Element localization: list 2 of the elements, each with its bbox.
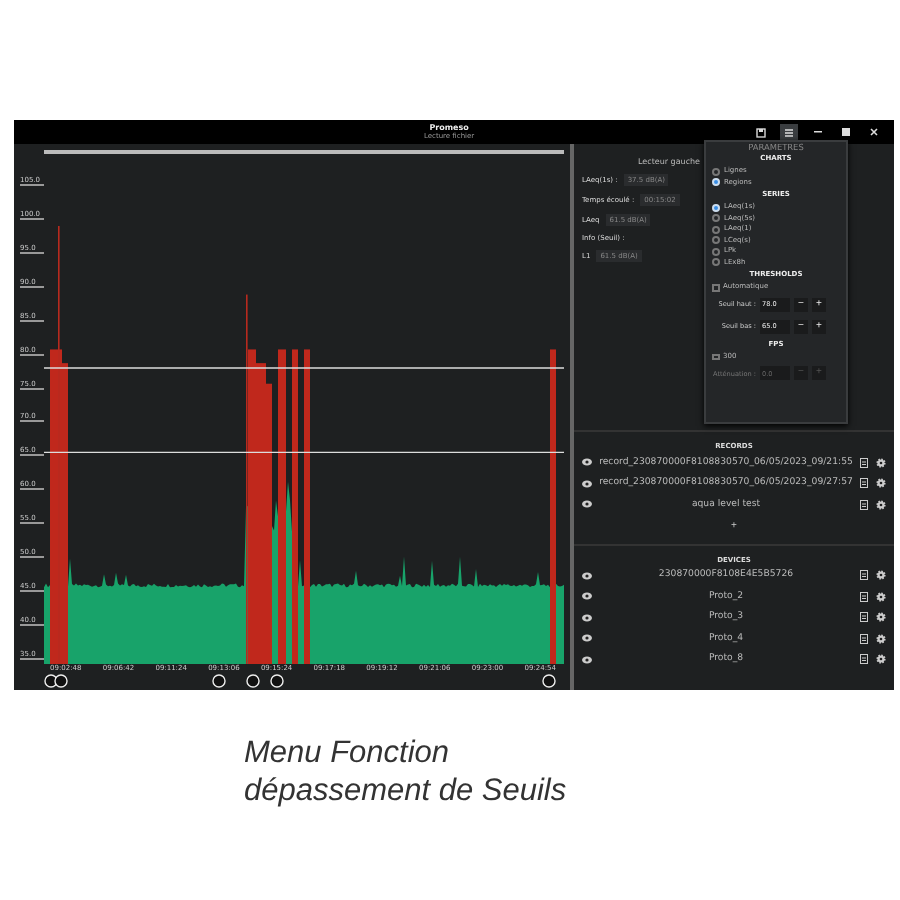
caption-text: Menu Fonction xyxy=(244,734,452,772)
caption-text: dépassement de Seuils xyxy=(244,772,569,810)
